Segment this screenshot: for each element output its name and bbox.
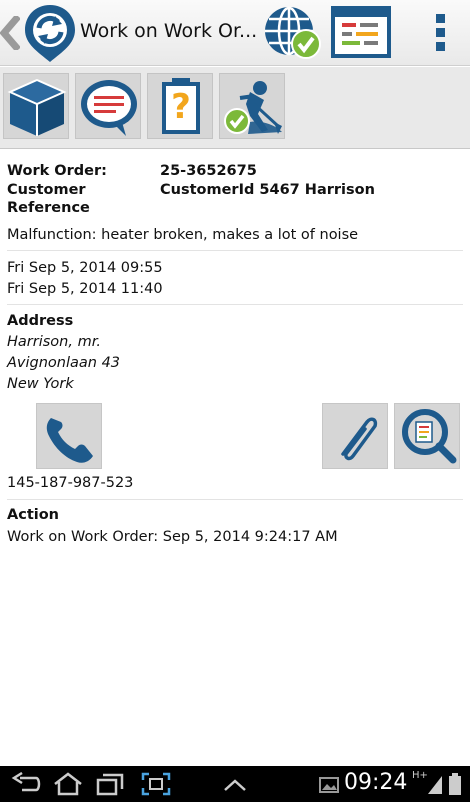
battery-icon xyxy=(449,773,461,795)
home-icon[interactable] xyxy=(52,772,84,796)
magnifier-document-icon xyxy=(402,409,457,464)
divider xyxy=(7,304,463,305)
sync-status-button[interactable] xyxy=(262,4,322,60)
toolbar-button-complete-work[interactable] xyxy=(219,73,285,139)
page-title: Work on Work Or... xyxy=(80,20,258,42)
attachment-button[interactable] xyxy=(322,403,388,469)
gallery-notification-icon xyxy=(319,777,339,793)
action-text: Work on Work Order: Sep 5, 2014 9:24:17 … xyxy=(7,529,338,545)
toolbar-button-materials[interactable] xyxy=(3,73,69,139)
start-date: Fri Sep 5, 2014 09:55 xyxy=(7,260,163,276)
malfunction-description: Malfunction: heater broken, makes a lot … xyxy=(7,227,359,243)
address-line2: Avignonlaan 43 xyxy=(7,355,121,371)
svg-text:?: ? xyxy=(171,87,191,127)
task-list-button[interactable] xyxy=(330,4,392,60)
help-clipboard-icon: ? xyxy=(162,78,200,134)
toolbar-button-help[interactable]: ? xyxy=(147,73,213,139)
phone-number: 145-187-987-523 xyxy=(7,475,134,491)
sync-logo-icon[interactable] xyxy=(22,2,78,64)
signal-icon xyxy=(428,776,442,794)
search-document-button[interactable] xyxy=(394,403,460,469)
clock: 09:24 xyxy=(344,770,408,795)
divider xyxy=(7,250,463,251)
paperclip-icon xyxy=(341,417,378,461)
call-button[interactable] xyxy=(36,403,102,469)
customer-reference-label-line1: Customer xyxy=(7,182,86,198)
chevron-up-icon[interactable] xyxy=(220,772,250,796)
toolbar: ? xyxy=(0,67,470,149)
overflow-menu-button[interactable] xyxy=(424,4,460,60)
back-icon[interactable] xyxy=(10,772,42,796)
action-heading: Action xyxy=(7,507,60,523)
toolbar-button-messages[interactable] xyxy=(75,73,141,139)
address-line3: New York xyxy=(7,376,74,392)
work-order-value: 25-3652675 xyxy=(160,163,257,179)
task-list-icon xyxy=(331,6,391,58)
box-icon xyxy=(7,78,67,136)
screenshot-icon[interactable] xyxy=(140,772,172,796)
divider xyxy=(7,499,463,500)
message-bubble-icon xyxy=(81,80,137,136)
address-line1: Harrison, mr. xyxy=(7,334,101,350)
system-bar: 09:24 H+ xyxy=(0,766,470,802)
customer-reference-label-line2: Reference xyxy=(7,200,90,216)
overflow-menu-icon xyxy=(436,14,445,51)
customer-reference-value: CustomerId 5467 Harrison xyxy=(160,182,375,198)
end-date: Fri Sep 5, 2014 11:40 xyxy=(7,281,163,297)
chevron-left-icon[interactable] xyxy=(0,16,20,50)
action-bar: Work on Work Or... xyxy=(0,0,470,66)
globe-check-icon xyxy=(265,6,321,59)
customer-reference-label: Customer Reference xyxy=(7,181,90,217)
phone-icon xyxy=(46,418,93,463)
address-heading: Address xyxy=(7,313,74,329)
worker-complete-icon xyxy=(224,81,282,134)
work-order-label: Work Order: xyxy=(7,163,107,179)
recent-apps-icon[interactable] xyxy=(94,772,126,796)
